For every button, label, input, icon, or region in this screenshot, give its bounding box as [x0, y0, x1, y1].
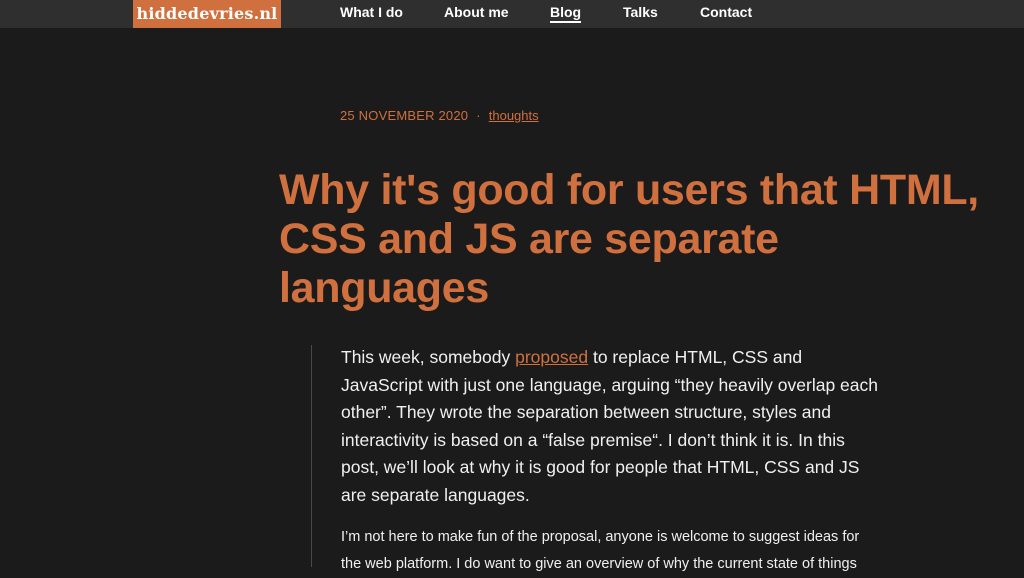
nav-link-label: Talks: [623, 4, 658, 20]
nav-link-label: What I do: [340, 4, 403, 20]
proposed-link[interactable]: proposed: [515, 347, 588, 367]
article-tag-link[interactable]: thoughts: [489, 108, 539, 123]
nav-link-talks[interactable]: Talks: [623, 0, 658, 28]
nav-link-label: Blog: [550, 4, 582, 23]
nav-link-contact[interactable]: Contact: [700, 0, 752, 28]
article-lead-paragraph: This week, somebody proposed to replace …: [341, 344, 881, 509]
site-logo[interactable]: hiddedevries.nl: [133, 0, 281, 28]
article-date: 25 NOVEMBER 2020: [340, 108, 469, 123]
intro-divider: [311, 345, 312, 567]
lead-text-before-link: This week, somebody: [341, 347, 516, 367]
nav-link-what-i-do[interactable]: What I do: [340, 0, 403, 28]
nav-link-blog[interactable]: Blog: [550, 0, 582, 28]
lead-text-after-link: to replace HTML, CSS and JavaScript with…: [341, 347, 878, 505]
nav-link-about-me[interactable]: About me: [444, 0, 509, 28]
meta-separator: ·: [476, 108, 481, 123]
article-body-paragraph: I’m not here to make fun of the proposal…: [341, 529, 860, 572]
article-title: Why it's good for users that HTML, CSS a…: [279, 166, 979, 312]
nav-link-label: About me: [444, 4, 509, 20]
nav-link-label: Contact: [700, 4, 753, 20]
article-meta: 25 NOVEMBER 2020 · thoughts: [340, 108, 539, 123]
top-navigation-bar: hiddedevries.nl What I do About me Blog …: [0, 0, 1024, 28]
